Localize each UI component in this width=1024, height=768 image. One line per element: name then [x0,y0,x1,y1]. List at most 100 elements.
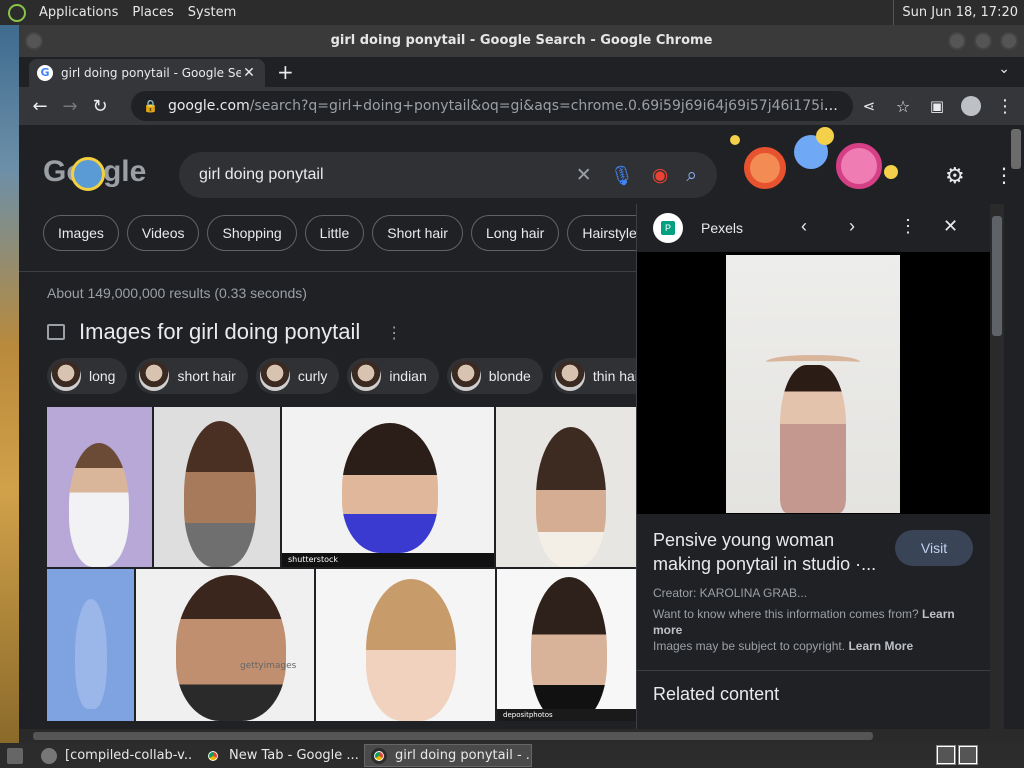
share-icon[interactable]: ⋖ [854,91,884,121]
top-panel: Applications Places System Sun Jun 18, 1… [0,0,1024,25]
visit-button[interactable]: Visit [895,530,973,566]
previous-image-icon[interactable]: ‹ [801,216,807,237]
side-panel-icon[interactable]: ▣ [922,91,952,121]
chrome-menu-icon[interactable]: ⋮ [990,91,1020,121]
tab-search-chevron-icon[interactable]: ⌄ [998,61,1010,77]
images-section-heading: Images for girl doing ponytail ⋮ [47,319,402,345]
image-preview-panel: P Pexels ‹ › ⋮ ✕ Pensive young woman mak… [636,204,991,729]
microphone-icon[interactable]: 🎙 [610,164,634,187]
show-desktop-button[interactable] [0,744,30,767]
app-icon [41,747,57,764]
depositphotos-watermark: depositphotos [497,709,637,721]
back-icon[interactable]: ← [25,91,55,121]
chip-little[interactable]: Little [304,215,365,251]
chip-shopping[interactable]: Shopping [207,215,297,251]
window-menu-button[interactable] [25,32,43,50]
taskbar-item-new-tab[interactable]: New Tab - Google ... [198,744,360,767]
image-result[interactable]: depositphotos [497,569,637,721]
image-result[interactable] [47,407,152,567]
preview-image[interactable] [637,252,991,514]
distro-logo-icon[interactable] [8,3,26,22]
suggestion-indian[interactable]: indian [347,358,439,394]
search-icon[interactable]: ⌕ [686,164,697,186]
tab-title: girl doing ponytail - Google Se [61,66,241,80]
result-stats: About 149,000,000 results (0.33 seconds) [47,285,307,301]
panel-divider [637,670,991,671]
google-favicon-icon: G [37,65,53,81]
close-window-button[interactable] [1000,32,1018,50]
tab-strip: G girl doing ponytail - Google Se ✕ + ⌄ [19,57,1024,87]
chip-short-hair[interactable]: Short hair [372,215,463,251]
learn-more-copyright-link[interactable]: Learn More [848,639,913,653]
search-results-page: Google girl doing ponytail ✕ 🎙 ◉ ⌕ ⚙ ⋮ ⋮ [19,125,1024,729]
address-bar[interactable]: 🔒 google.com/search?q=girl+doing+ponytai… [131,91,853,121]
chrome-icon [205,747,221,764]
menu-system[interactable]: System [181,5,243,20]
clear-search-icon[interactable]: ✕ [576,164,592,186]
suggestion-blonde[interactable]: blonde [446,358,543,394]
taskbar-item-chrome-search[interactable]: girl doing ponytail - ... [364,744,532,767]
more-options-icon[interactable]: ⋮ [386,323,402,342]
chip-long-hair[interactable]: Long hair [470,215,560,251]
google-doodle-logo[interactable]: Google [43,155,146,191]
new-tab-icon[interactable]: + [277,60,294,84]
suggestion-curly[interactable]: curly [255,358,340,394]
panel-more-icon[interactable]: ⋮ [899,216,917,237]
image-result[interactable] [496,407,637,567]
taskbar-item-terminal[interactable]: [compiled-collab-v... [34,744,194,767]
tab-close-icon[interactable]: ✕ [241,65,257,81]
suggestion-thumbnail [139,361,170,391]
menu-applications[interactable]: Applications [32,5,125,20]
filter-chips: Images Videos Shopping Little Short hair… [43,215,659,251]
window-title: girl doing ponytail - Google Search - Go… [330,33,713,48]
horizontal-scrollbar[interactable] [19,729,1024,743]
panel-image-title[interactable]: Pensive young woman making ponytail in s… [653,528,893,576]
chrome-tray-icon[interactable] [936,745,956,765]
shutterstock-watermark: shutterstock [282,553,494,567]
menu-places[interactable]: Places [125,5,180,20]
pexels-logo-icon[interactable]: P [653,213,683,243]
suggestion-short-hair[interactable]: short hair [135,358,248,394]
related-content-heading: Related content [653,684,780,704]
maximize-button[interactable] [974,32,992,50]
tab-active[interactable]: G girl doing ponytail - Google Se ✕ [29,59,265,87]
panel-scrollbar[interactable] [990,204,1004,729]
close-panel-icon[interactable]: ✕ [943,216,958,237]
suggestion-thumbnail [351,361,382,391]
image-result[interactable] [47,569,134,721]
info-text: Want to know where this information come… [653,607,955,653]
image-result[interactable]: shutterstock [282,407,494,567]
minimize-button[interactable] [948,32,966,50]
image-result[interactable] [316,569,495,721]
suggestion-thumbnail [450,361,481,391]
chip-videos[interactable]: Videos [126,215,200,251]
next-image-icon[interactable]: › [849,216,855,237]
page-scrollbar[interactable] [1008,125,1024,729]
forward-icon[interactable]: → [55,91,85,121]
header-divider [19,271,639,272]
lock-icon[interactable]: 🔒 [143,99,158,113]
bookmark-star-icon[interactable]: ☆ [888,91,918,121]
reload-icon[interactable]: ↻ [85,91,115,121]
chrome-icon [371,747,387,764]
image-icon [47,324,65,340]
images-heading-text[interactable]: Images for girl doing ponytail [79,319,360,345]
search-box[interactable]: girl doing ponytail ✕ 🎙 ◉ ⌕ [179,152,717,198]
settings-gear-icon[interactable]: ⚙ [945,164,965,189]
creator-credit: Creator: KAROLINA GRAB... [653,586,808,600]
window-titlebar[interactable]: girl doing ponytail - Google Search - Go… [19,25,1024,57]
chrome-window: girl doing ponytail - Google Search - Go… [19,25,1024,743]
image-result[interactable] [154,407,280,567]
clock[interactable]: Sun Jun 18, 17:20 [893,0,1018,25]
chip-images[interactable]: Images [43,215,119,251]
profile-avatar-icon[interactable] [956,91,986,121]
desktop-icon [7,747,23,764]
suggestion-long[interactable]: long [47,358,128,394]
panel-source-name[interactable]: Pexels [701,220,743,236]
bottom-taskbar: [compiled-collab-v... New Tab - Google .… [0,743,1024,768]
image-result[interactable]: gettyimages [136,569,314,721]
model-figure [780,365,846,513]
search-input[interactable]: girl doing ponytail [199,166,558,184]
google-lens-icon[interactable]: ◉ [652,164,669,186]
chrome-tray-icon[interactable] [958,745,978,765]
